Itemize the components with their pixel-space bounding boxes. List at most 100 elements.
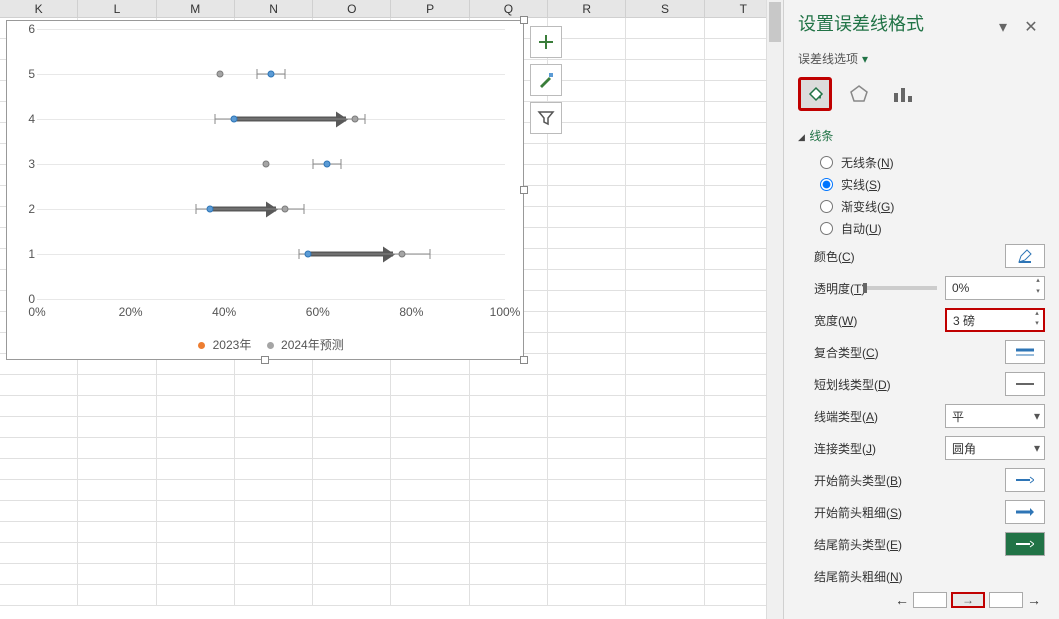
resize-handle[interactable]: [520, 356, 528, 364]
x-tick: 80%: [391, 305, 431, 319]
plot-area[interactable]: 01234560%20%40%60%80%100%: [37, 29, 505, 299]
arrow-size-option[interactable]: [989, 592, 1023, 608]
data-point[interactable]: [268, 71, 275, 78]
chart-side-buttons: [530, 26, 562, 140]
data-point[interactable]: [399, 251, 406, 258]
no-line-radio[interactable]: 无线条(N): [820, 154, 1045, 171]
fill-line-tab[interactable]: [798, 77, 832, 111]
data-point[interactable]: [282, 206, 289, 213]
data-point[interactable]: [230, 116, 237, 123]
color-picker[interactable]: [1005, 244, 1045, 268]
dash-type-label: 短划线类型(D): [814, 376, 1005, 393]
transparency-label: 透明度(T): [814, 280, 867, 297]
x-tick: 100%: [485, 305, 525, 319]
join-type-dropdown[interactable]: 圆角: [945, 436, 1045, 460]
compound-type-label: 复合类型(C): [814, 344, 1005, 361]
width-label: 宽度(W): [814, 312, 945, 329]
join-type-label: 连接类型(J): [814, 440, 945, 457]
begin-arrow-type-label: 开始箭头类型(B): [814, 472, 1005, 489]
chevron-down-icon: ▾: [862, 52, 868, 66]
lines-icon: [1016, 347, 1034, 357]
resize-handle[interactable]: [520, 186, 528, 194]
gradient-line-radio[interactable]: 渐变线(G): [820, 198, 1045, 215]
chart-filter-button[interactable]: [530, 102, 562, 134]
data-point[interactable]: [352, 116, 359, 123]
width-input[interactable]: 3 磅▴▾: [945, 308, 1045, 332]
auto-line-radio[interactable]: 自动(U): [820, 220, 1045, 237]
y-tick: 6: [17, 22, 35, 36]
cap-type-label: 线端类型(A): [814, 408, 945, 425]
transparency-slider[interactable]: [867, 286, 937, 290]
col-header[interactable]: K: [0, 0, 78, 17]
end-arrow-type-dropdown[interactable]: [1005, 532, 1045, 556]
compound-type-dropdown[interactable]: [1005, 340, 1045, 364]
arrow-line-icon: [1016, 539, 1034, 549]
y-tick: 0: [17, 292, 35, 306]
col-header[interactable]: R: [548, 0, 626, 17]
funnel-icon: [537, 109, 555, 127]
data-point[interactable]: [216, 71, 223, 78]
y-tick: 1: [17, 247, 35, 261]
error-bar-options-tab[interactable]: [886, 77, 920, 111]
chart-styles-button[interactable]: [530, 64, 562, 96]
data-point[interactable]: [324, 161, 331, 168]
brush-icon: [537, 71, 555, 89]
y-tick: 3: [17, 157, 35, 171]
begin-arrow-type-dropdown[interactable]: [1005, 468, 1045, 492]
x-tick: 20%: [111, 305, 151, 319]
bars-icon: [892, 83, 914, 105]
begin-arrow-size-dropdown[interactable]: [1005, 500, 1045, 524]
col-header[interactable]: P: [391, 0, 469, 17]
data-point[interactable]: [207, 206, 214, 213]
arrow-right-icon[interactable]: →: [1027, 592, 1041, 608]
col-header[interactable]: S: [626, 0, 704, 17]
resize-handle[interactable]: [261, 356, 269, 364]
paint-bucket-icon: [804, 83, 826, 105]
column-headers: K L M N O P Q R S T: [0, 0, 783, 18]
col-header[interactable]: M: [157, 0, 235, 17]
error-bar-options-dropdown[interactable]: 误差线选项▾: [798, 50, 1045, 67]
col-header[interactable]: Q: [470, 0, 548, 17]
col-header[interactable]: O: [313, 0, 391, 17]
arrow-size-option[interactable]: [913, 592, 947, 608]
x-tick: 60%: [298, 305, 338, 319]
data-point[interactable]: [263, 161, 270, 168]
chart-legend[interactable]: 2023年 2024年预测: [7, 336, 523, 353]
pencil-icon: [1017, 248, 1033, 264]
vertical-scrollbar[interactable]: [766, 0, 783, 619]
solid-line-radio[interactable]: 实线(S): [820, 176, 1045, 193]
plus-icon: [537, 33, 555, 51]
end-arrow-size-label: 结尾箭头粗细(N): [814, 568, 1045, 585]
effects-tab[interactable]: [842, 77, 876, 111]
task-pane-options-button[interactable]: ▾: [989, 13, 1017, 41]
begin-arrow-size-label: 开始箭头粗细(S): [814, 504, 1005, 521]
x-tick: 40%: [204, 305, 244, 319]
panel-title: 设置误差线格式: [798, 10, 924, 36]
data-point[interactable]: [305, 251, 312, 258]
arrow-size-icon: [1016, 507, 1034, 517]
y-tick: 4: [17, 112, 35, 126]
resize-handle[interactable]: [520, 16, 528, 24]
col-header[interactable]: N: [235, 0, 313, 17]
spreadsheet-area: K L M N O P Q R S T: [0, 0, 783, 619]
arrow-left-icon[interactable]: ←: [895, 592, 909, 608]
transparency-input[interactable]: 0%▴▾: [945, 276, 1045, 300]
chart-elements-button[interactable]: [530, 26, 562, 58]
dash-type-dropdown[interactable]: [1005, 372, 1045, 396]
legend-marker: [198, 342, 205, 349]
format-error-bars-panel: 设置误差线格式 ▾ ✕ 误差线选项▾ 线条 无线条(N) 实线(S) 渐变线(G…: [783, 0, 1059, 619]
legend-marker: [267, 342, 274, 349]
col-header[interactable]: L: [78, 0, 156, 17]
dash-icon: [1016, 381, 1034, 387]
scroll-thumb[interactable]: [769, 2, 781, 42]
x-tick: 0%: [17, 305, 57, 319]
y-tick: 2: [17, 202, 35, 216]
end-arrow-size-gallery: ← →: [798, 591, 1045, 609]
chart-object[interactable]: 01234560%20%40%60%80%100% 2023年 2024年预测: [6, 20, 524, 360]
arrow-line-icon: [1016, 475, 1034, 485]
arrow-size-option-selected[interactable]: [951, 592, 985, 608]
cap-type-dropdown[interactable]: 平: [945, 404, 1045, 428]
close-button[interactable]: ✕: [1017, 13, 1045, 41]
pentagon-icon: [848, 83, 870, 105]
line-section-header[interactable]: 线条: [798, 127, 1045, 144]
